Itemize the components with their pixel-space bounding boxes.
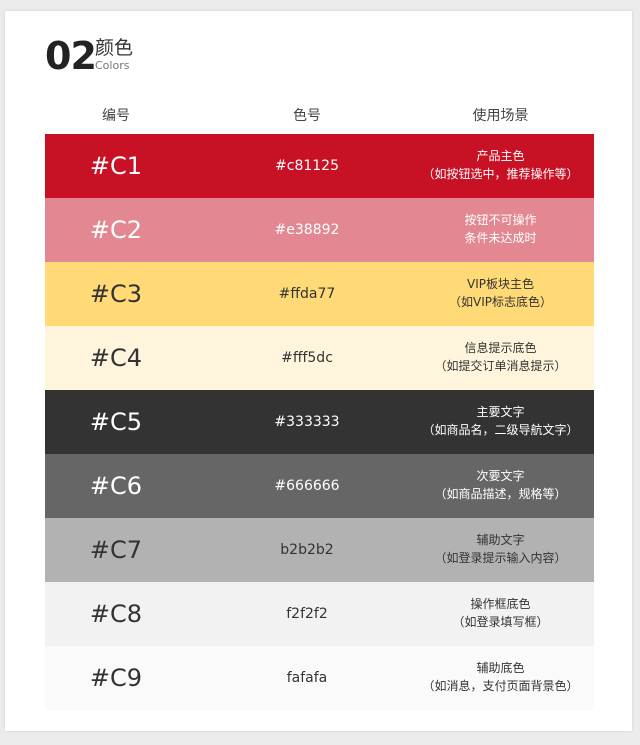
color-code: #C9 <box>89 664 143 692</box>
usage-line: 主要文字 <box>476 405 525 419</box>
usage-line: 辅助底色 <box>476 661 525 675</box>
usage-line: （如登录提示输入内容） <box>434 551 567 565</box>
usage-line: （如消息，支付页面背景色） <box>422 679 579 693</box>
usage-line: 辅助文字 <box>476 533 525 547</box>
usage-line: （如登录填写框） <box>452 615 549 629</box>
usage-line: （如VIP标志底色） <box>449 295 552 309</box>
color-hex: #666666 <box>274 478 340 494</box>
section-title-en: Colors <box>95 59 130 72</box>
usage-line: 条件未达成时 <box>464 231 537 245</box>
color-code: #C6 <box>89 472 143 500</box>
color-spec-card: 02 颜色 Colors 编号 色号 使用场景 #C1 #c81125 产品主色… <box>5 11 632 731</box>
table-row: #C8 f2f2f2 操作框底色 （如登录填写框） <box>45 582 594 646</box>
header-hex: 色号 <box>293 108 321 124</box>
table-row: #C5 #333333 主要文字 （如商品名，二级导航文字） <box>45 390 594 454</box>
color-code: #C3 <box>89 280 143 308</box>
color-usage: 信息提示底色 （如提交订单消息提示） <box>407 339 594 379</box>
usage-line: （如商品描述，规格等） <box>434 487 567 501</box>
color-hex: #ffda77 <box>278 286 336 302</box>
usage-line: VIP板块主色 <box>467 277 534 291</box>
table-row: #C9 fafafa 辅助底色 （如消息，支付页面背景色） <box>45 646 594 710</box>
color-hex: #fff5dc <box>281 350 333 366</box>
color-usage: VIP板块主色 （如VIP标志底色） <box>407 275 594 315</box>
usage-line: 操作框底色 <box>470 597 531 611</box>
usage-line: （如提交订单消息提示） <box>434 359 567 373</box>
color-hex: fafafa <box>286 670 328 686</box>
color-code: #C7 <box>89 536 143 564</box>
color-usage: 辅助文字 （如登录提示输入内容） <box>407 531 594 571</box>
usage-line: 信息提示底色 <box>464 341 537 355</box>
color-code: #C1 <box>89 152 143 180</box>
color-usage: 次要文字 （如商品描述，规格等） <box>407 467 594 507</box>
section-title-cn: 颜色 <box>95 37 134 59</box>
color-hex: b2b2b2 <box>280 542 334 558</box>
table-row: #C3 #ffda77 VIP板块主色 （如VIP标志底色） <box>45 262 594 326</box>
table-row: #C6 #666666 次要文字 （如商品描述，规格等） <box>45 454 594 518</box>
table-row: #C4 #fff5dc 信息提示底色 （如提交订单消息提示） <box>45 326 594 390</box>
usage-line: 次要文字 <box>476 469 525 483</box>
color-hex: #e38892 <box>274 222 340 238</box>
color-code: #C8 <box>89 600 143 628</box>
usage-line: （如商品名，二级导航文字） <box>422 423 579 437</box>
table-row: #C2 #e38892 按钮不可操作 条件未达成时 <box>45 198 594 262</box>
color-hex: f2f2f2 <box>286 606 328 622</box>
section-number: 02 <box>45 34 97 78</box>
usage-line: （如按钮选中，推荐操作等） <box>422 167 579 181</box>
color-code: #C4 <box>89 344 143 372</box>
table-row: #C1 #c81125 产品主色 （如按钮选中，推荐操作等） <box>45 134 594 198</box>
table-row: #C7 b2b2b2 辅助文字 （如登录提示输入内容） <box>45 518 594 582</box>
usage-line: 按钮不可操作 <box>464 213 537 227</box>
color-usage: 按钮不可操作 条件未达成时 <box>407 211 594 251</box>
usage-line: 产品主色 <box>476 149 525 163</box>
color-usage: 操作框底色 （如登录填写框） <box>407 595 594 635</box>
color-code: #C5 <box>89 408 143 436</box>
color-usage: 辅助底色 （如消息，支付页面背景色） <box>407 659 594 699</box>
color-code: #C2 <box>89 216 143 244</box>
color-hex: #333333 <box>274 414 340 430</box>
color-hex: #c81125 <box>275 158 339 174</box>
color-usage: 产品主色 （如按钮选中，推荐操作等） <box>407 147 594 187</box>
header-code: 编号 <box>102 108 130 124</box>
color-usage: 主要文字 （如商品名，二级导航文字） <box>407 403 594 443</box>
header-usage: 使用场景 <box>472 108 529 124</box>
table-header: 编号 色号 使用场景 <box>45 107 594 125</box>
